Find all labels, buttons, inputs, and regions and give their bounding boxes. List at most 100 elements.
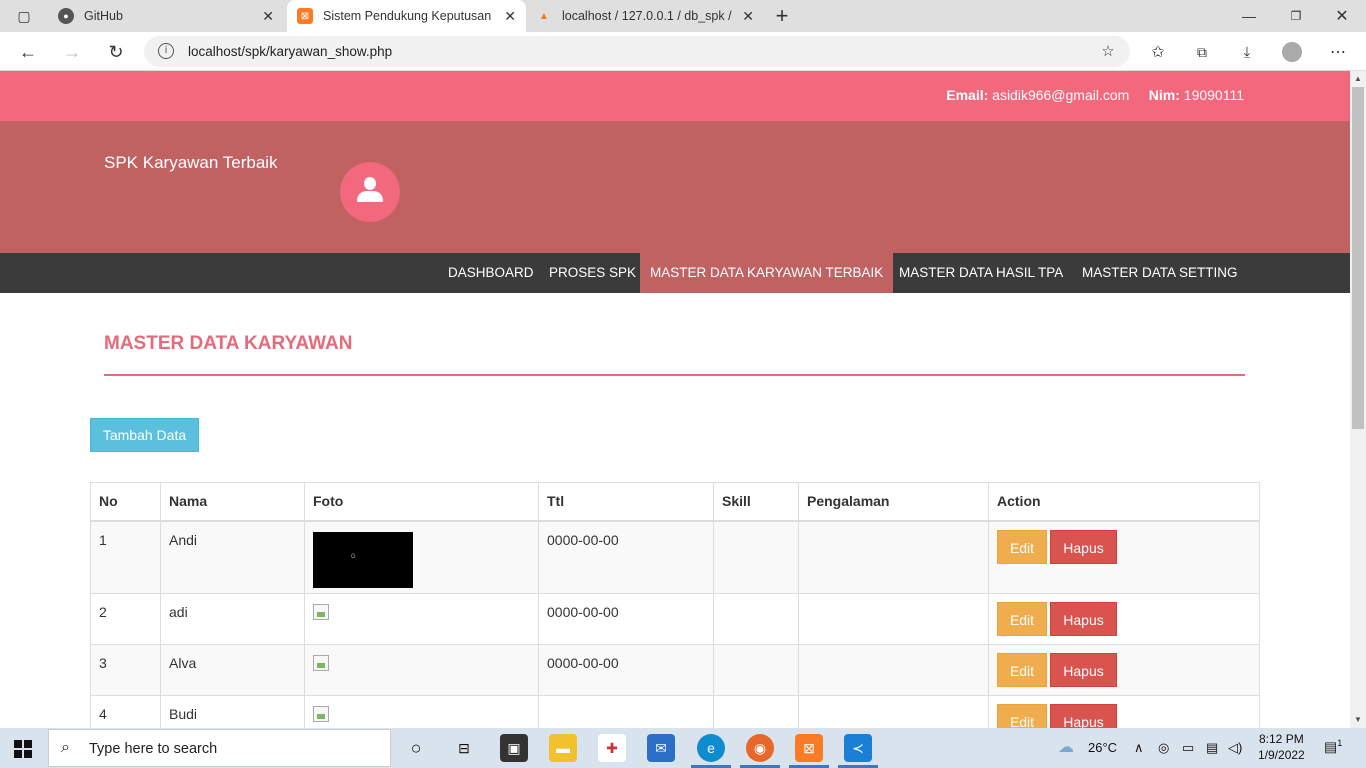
- delete-button[interactable]: Hapus: [1050, 704, 1117, 728]
- more-menu-icon[interactable]: ⋯: [1326, 40, 1350, 64]
- site-info-icon[interactable]: i: [158, 43, 174, 59]
- cell-action: Edit Hapus: [988, 644, 1260, 696]
- browser-tab-bar: ▢ ● GitHub ✕ ⊠ Sistem Pendukung Keputusa…: [0, 0, 1366, 32]
- page-title: MASTER DATA KARYAWAN: [104, 333, 353, 354]
- cell-ttl: [538, 695, 714, 728]
- maximize-icon[interactable]: ❐: [1284, 4, 1308, 28]
- favorites-icon[interactable]: ✩: [1146, 40, 1170, 64]
- url-field[interactable]: i localhost/spk/karyawan_show.php ☆: [144, 36, 1130, 67]
- collections-icon[interactable]: ⧉: [1190, 40, 1214, 64]
- edit-button[interactable]: Edit: [997, 704, 1047, 728]
- clock-date: 1/9/2022: [1258, 748, 1305, 762]
- cell-foto: [304, 695, 539, 728]
- tab-phpmyadmin[interactable]: ▲ localhost / 127.0.0.1 / db_spk / k ✕: [527, 0, 764, 32]
- back-icon[interactable]: ←: [16, 40, 40, 64]
- downloads-icon[interactable]: ⤓: [1235, 40, 1259, 64]
- add-favorite-icon[interactable]: ☆: [1096, 39, 1120, 63]
- clock-time: 8:12 PM: [1259, 732, 1304, 746]
- tab-label: Sistem Pendukung Keputusan: [323, 9, 492, 23]
- xampp-icon[interactable]: ⊠: [795, 734, 823, 762]
- table-row: 3 Alva 0000-00-00 Edit Hapus: [90, 644, 1260, 696]
- vscode-icon[interactable]: ≺: [844, 734, 872, 762]
- mail-icon[interactable]: ✉: [647, 734, 675, 762]
- scroll-up-icon[interactable]: ▲: [1354, 74, 1362, 83]
- main-nav: DASHBOARD PROSES SPK MASTER DATA KARYAWA…: [0, 253, 1350, 293]
- close-window-icon[interactable]: ✕: [1330, 4, 1354, 28]
- address-bar-row: ← → ↻ i localhost/spk/karyawan_show.php …: [0, 32, 1366, 71]
- nav-master-tpa[interactable]: MASTER DATA HASIL TPA: [889, 253, 1073, 293]
- cell-nama: adi: [160, 593, 305, 645]
- cell-no: 3: [90, 644, 161, 696]
- nav-dashboard[interactable]: DASHBOARD: [438, 253, 544, 293]
- tab-label: localhost / 127.0.0.1 / db_spk / k: [562, 9, 732, 23]
- cortana-icon[interactable]: ○: [402, 734, 430, 762]
- employee-photo: G: [313, 531, 413, 588]
- email-value: asidik966@gmail.com: [992, 87, 1130, 103]
- system-clock[interactable]: 8:12 PM 1/9/2022: [1258, 731, 1305, 763]
- meet-now-icon[interactable]: ◎: [1158, 740, 1169, 756]
- file-explorer-icon[interactable]: ▬: [549, 734, 577, 762]
- search-icon: ⌕: [61, 739, 70, 756]
- site-header: SPK Karyawan Terbaik: [0, 121, 1350, 253]
- cell-pengalaman: [798, 695, 989, 728]
- edge-icon[interactable]: e: [697, 734, 725, 762]
- nav-proses-spk[interactable]: PROSES SPK: [539, 253, 646, 293]
- scroll-thumb[interactable]: [1352, 87, 1364, 429]
- user-avatar: [340, 162, 400, 222]
- edit-button[interactable]: Edit: [997, 602, 1047, 636]
- gift-icon[interactable]: ✚: [598, 734, 626, 762]
- edit-button[interactable]: Edit: [997, 529, 1047, 564]
- profile-icon[interactable]: [1280, 40, 1304, 64]
- delete-button[interactable]: Hapus: [1050, 529, 1117, 564]
- cell-foto: [304, 593, 539, 645]
- user-icon: [364, 177, 376, 190]
- network-icon[interactable]: ▤: [1206, 740, 1218, 756]
- col-pengalaman: Pengalaman: [798, 482, 989, 522]
- store-icon[interactable]: ▣: [500, 734, 528, 762]
- scroll-down-icon[interactable]: ▼: [1354, 715, 1362, 724]
- taskbar-search[interactable]: ⌕ Type here to search: [48, 729, 391, 767]
- email-label: Email:: [946, 87, 989, 103]
- cell-foto: [304, 644, 539, 696]
- delete-button[interactable]: Hapus: [1050, 653, 1117, 687]
- cell-no: 1: [90, 520, 161, 594]
- tab-spk[interactable]: ⊠ Sistem Pendukung Keputusan ✕: [287, 0, 526, 32]
- delete-button[interactable]: Hapus: [1050, 602, 1117, 636]
- notification-icon[interactable]: ▤1: [1324, 738, 1342, 756]
- site-brand[interactable]: SPK Karyawan Terbaik: [104, 153, 278, 173]
- weather-temp[interactable]: 26°C: [1088, 740, 1117, 755]
- cell-action: Edit Hapus: [988, 695, 1260, 728]
- battery-icon[interactable]: ▭: [1182, 740, 1194, 756]
- cell-skill: [713, 593, 799, 645]
- tab-label: GitHub: [84, 9, 123, 23]
- search-placeholder: Type here to search: [89, 741, 218, 757]
- firefox-icon[interactable]: ◉: [746, 734, 774, 762]
- chevron-up-icon[interactable]: ∧: [1134, 740, 1144, 756]
- tab-actions-icon[interactable]: ▢: [12, 4, 36, 28]
- weather-icon[interactable]: ☁: [1058, 737, 1074, 757]
- close-tab-icon[interactable]: ✕: [504, 8, 516, 25]
- top-info-strip: Email: asidik966@gmail.com Nim: 19090111: [0, 71, 1350, 121]
- refresh-icon[interactable]: ↻: [104, 40, 128, 64]
- task-view-icon[interactable]: ⊟: [450, 734, 478, 762]
- windows-taskbar: ⌕ Type here to search ○ ⊟ ▣ ▬ ✚ ✉ e ◉ ⊠ …: [0, 728, 1366, 768]
- url-text: localhost/spk/karyawan_show.php: [188, 44, 393, 59]
- tab-github[interactable]: ● GitHub ✕: [48, 0, 284, 32]
- edit-button[interactable]: Edit: [997, 653, 1047, 687]
- nim-value: 19090111: [1183, 87, 1244, 103]
- nav-master-karyawan[interactable]: MASTER DATA KARYAWAN TERBAIK: [640, 253, 894, 293]
- nav-master-setting[interactable]: MASTER DATA SETTING: [1072, 253, 1248, 293]
- forward-icon[interactable]: →: [60, 40, 84, 64]
- close-tab-icon[interactable]: ✕: [262, 8, 274, 25]
- volume-icon[interactable]: ◁): [1228, 740, 1242, 756]
- col-foto: Foto: [304, 482, 539, 522]
- close-tab-icon[interactable]: ✕: [742, 8, 754, 25]
- page-scrollbar[interactable]: ▲ ▼: [1350, 71, 1366, 728]
- add-data-button[interactable]: Tambah Data: [90, 418, 199, 452]
- windows-start-icon[interactable]: [14, 740, 32, 758]
- col-skill: Skill: [713, 482, 799, 522]
- new-tab-icon[interactable]: +: [770, 3, 794, 28]
- cell-nama: Andi: [160, 520, 305, 594]
- minimize-icon[interactable]: —: [1237, 4, 1261, 28]
- cell-foto: G: [304, 520, 539, 594]
